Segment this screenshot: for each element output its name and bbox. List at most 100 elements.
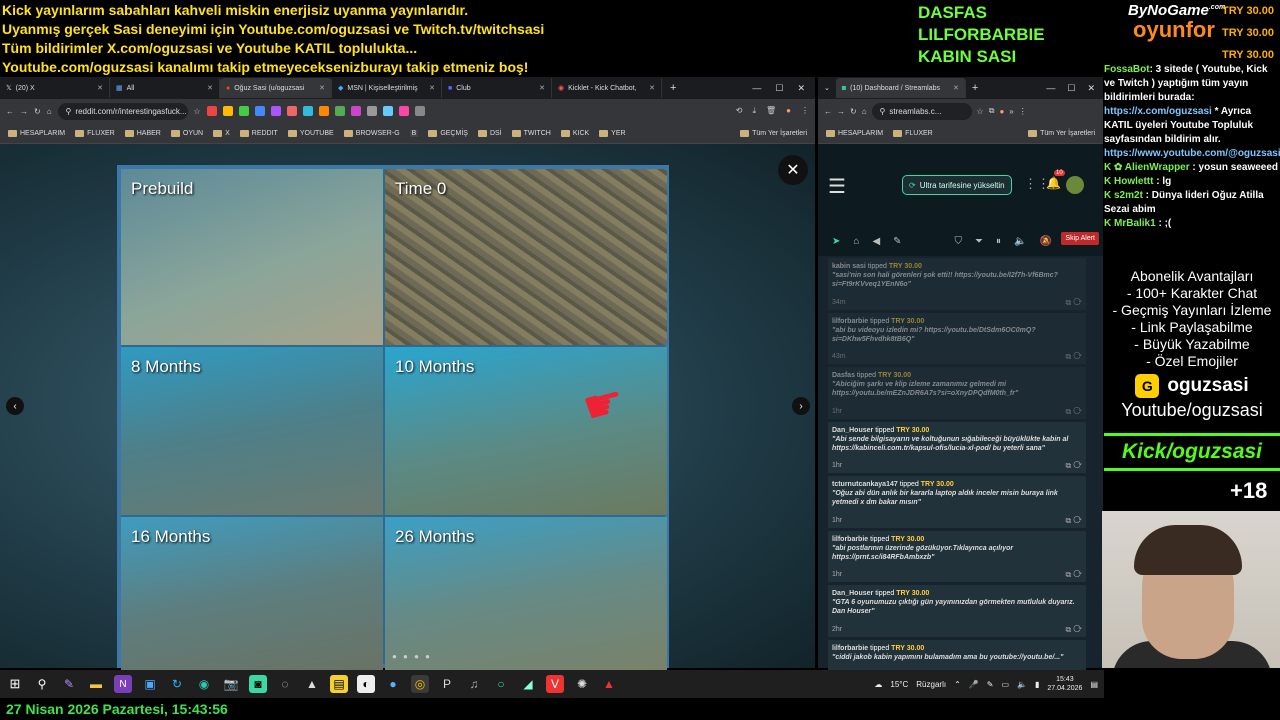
bell-icon[interactable]: 🔔 bbox=[1046, 176, 1061, 190]
tab-club[interactable]: ■ Club ✕ bbox=[442, 78, 552, 98]
remote-desktop-icon[interactable]: ▣ bbox=[141, 675, 159, 693]
skip-alert-button[interactable]: Skip Alert bbox=[1061, 232, 1099, 245]
address-bar[interactable]: ⚲ streamlabs.c... bbox=[871, 102, 972, 120]
onenote-icon[interactable]: N bbox=[114, 675, 132, 693]
tab-list-icon[interactable]: ⌄ bbox=[818, 84, 836, 92]
app-icon[interactable]: ▲ bbox=[600, 675, 618, 693]
extension-icon[interactable] bbox=[366, 106, 377, 116]
bookmark-item[interactable]: GEÇMİŞ bbox=[428, 129, 468, 137]
all-bookmarks[interactable]: Tüm Yer İşaretleri bbox=[740, 129, 807, 137]
history-icon[interactable]: ⟲ bbox=[736, 106, 743, 116]
back-icon[interactable]: ← bbox=[824, 107, 832, 116]
replay-icon[interactable]: ⟳ bbox=[1073, 407, 1082, 416]
bookmark-item[interactable]: FLUXER bbox=[75, 129, 115, 137]
gift-icon[interactable]: ⌂ bbox=[853, 236, 859, 247]
bookmark-item[interactable]: DSİ bbox=[477, 129, 502, 137]
extension-icon[interactable] bbox=[334, 106, 345, 116]
extension-icon[interactable] bbox=[222, 106, 233, 116]
home-icon[interactable]: ⌂ bbox=[862, 107, 867, 116]
bookmark-item[interactable]: OYUN bbox=[170, 129, 203, 137]
file-explorer-icon[interactable]: ▬ bbox=[87, 675, 105, 693]
carousel-dots[interactable]: ● ● ● ● bbox=[392, 652, 432, 661]
site-info-icon[interactable]: ⚲ bbox=[880, 107, 886, 116]
pause-icon[interactable]: ⏸ bbox=[996, 236, 1001, 247]
close-tab-icon[interactable]: ✕ bbox=[649, 84, 655, 92]
new-tab-icon[interactable]: + bbox=[972, 82, 978, 94]
streamlabs-app-icon[interactable]: ◙ bbox=[249, 675, 267, 693]
unity-icon[interactable]: ▲ bbox=[303, 675, 321, 693]
bookmark-item[interactable]: B bbox=[409, 129, 419, 137]
replay-icon[interactable]: ⟳ bbox=[1073, 352, 1082, 361]
hamburger-menu-icon[interactable]: ☰ bbox=[828, 174, 846, 199]
tab-x[interactable]: 𝕏 (20) X ✕ bbox=[0, 78, 110, 98]
new-tab-icon[interactable]: + bbox=[670, 82, 676, 94]
mute-alerts-icon[interactable]: 🔕 bbox=[1039, 236, 1051, 247]
bookmark-item[interactable]: YOUTUBE bbox=[287, 129, 334, 137]
app-icon[interactable]: ● bbox=[384, 675, 402, 693]
shield-icon[interactable]: ⛉ bbox=[955, 236, 963, 247]
extension-icon[interactable] bbox=[302, 106, 313, 116]
pen-app-icon[interactable]: ✎ bbox=[60, 675, 78, 693]
tab-all[interactable]: ▦ All ✕ bbox=[110, 78, 220, 98]
sticky-notes-icon[interactable]: ▤ bbox=[330, 675, 348, 693]
bookmark-item[interactable]: HESAPLARIM bbox=[826, 129, 883, 137]
replay-icon[interactable]: ⟳ bbox=[1073, 625, 1082, 634]
chatgpt-icon[interactable]: ✺ bbox=[573, 675, 591, 693]
replay-icon[interactable]: ⟳ bbox=[1073, 298, 1082, 307]
app-icon[interactable]: ◐ bbox=[357, 675, 375, 693]
camera-icon[interactable]: 📷 bbox=[222, 675, 240, 693]
tab-reddit[interactable]: ● Oğuz Sasi (u/oguzsasi ✕ bbox=[220, 78, 332, 98]
close-window-icon[interactable]: ✕ bbox=[1087, 83, 1095, 94]
extension-icon[interactable] bbox=[238, 106, 249, 116]
copy-icon[interactable]: ⧉ bbox=[1065, 461, 1071, 470]
replay-icon[interactable]: ⟳ bbox=[1073, 516, 1082, 525]
more-icon[interactable]: » bbox=[1009, 107, 1013, 116]
chrome-icon[interactable]: ◎ bbox=[411, 675, 429, 693]
close-window-icon[interactable]: ✕ bbox=[797, 83, 805, 94]
network-icon[interactable]: ▭ bbox=[1001, 680, 1009, 689]
close-tab-icon[interactable]: ✕ bbox=[97, 84, 103, 92]
star-icon[interactable]: ☆ bbox=[977, 107, 984, 116]
minimize-icon[interactable]: — bbox=[1046, 83, 1055, 94]
bookmark-item[interactable]: FLUXER bbox=[893, 129, 933, 137]
previous-image-button[interactable]: ‹ bbox=[6, 397, 24, 415]
profile-avatar-icon[interactable]: ● bbox=[786, 106, 791, 116]
copy-icon[interactable]: ⧉ bbox=[1065, 570, 1071, 579]
replay-icon[interactable]: ⟳ bbox=[1073, 570, 1082, 579]
send-icon[interactable]: ➤ bbox=[832, 236, 840, 247]
bookmark-item[interactable]: REDDIT bbox=[239, 129, 278, 137]
reload-icon[interactable]: ↻ bbox=[34, 107, 41, 116]
copy-icon[interactable]: ⧉ bbox=[1065, 516, 1071, 525]
tray-expand-icon[interactable]: ⌃ bbox=[954, 680, 961, 689]
site-info-icon[interactable]: ⚲ bbox=[66, 107, 72, 116]
extension-icon[interactable] bbox=[350, 106, 361, 116]
extension-icon[interactable] bbox=[286, 106, 297, 116]
volume-icon[interactable]: 🔈 bbox=[1014, 236, 1026, 247]
tab-kicklet[interactable]: ◉ Kicklet - Kick Chatbot, ✕ bbox=[552, 78, 662, 98]
extension-icon[interactable] bbox=[414, 106, 425, 116]
close-tab-icon[interactable]: ✕ bbox=[953, 84, 959, 92]
extension-icon[interactable] bbox=[318, 106, 329, 116]
menu-icon[interactable]: ⋮ bbox=[801, 106, 809, 116]
notifications-icon[interactable]: ▤ bbox=[1090, 680, 1098, 689]
close-tab-icon[interactable]: ✕ bbox=[429, 84, 435, 92]
back-icon[interactable]: ← bbox=[6, 107, 14, 116]
reload-icon[interactable]: ↻ bbox=[850, 107, 857, 116]
weather-icon[interactable]: ☁ bbox=[874, 680, 882, 689]
obs-icon[interactable]: ◌ bbox=[276, 675, 294, 693]
close-viewer-button[interactable]: ✕ bbox=[778, 155, 808, 185]
star-icon[interactable]: ☆ bbox=[194, 107, 201, 116]
next-image-button[interactable]: › bbox=[792, 397, 810, 415]
close-tab-icon[interactable]: ✕ bbox=[207, 84, 213, 92]
upgrade-button[interactable]: ⟳ Ultra tarifesine yükseltin bbox=[902, 175, 1012, 195]
search-icon[interactable]: ⚲ bbox=[33, 675, 51, 693]
speaker-icon[interactable]: 🔈 bbox=[1017, 680, 1027, 689]
address-bar[interactable]: ⚲ reddit.com/r/interestingasfuck... bbox=[57, 102, 188, 120]
copy-icon[interactable]: ⧉ bbox=[1065, 625, 1071, 634]
copy-icon[interactable]: ⧉ bbox=[1065, 352, 1071, 361]
sync-app-icon[interactable]: ↻ bbox=[168, 675, 186, 693]
maximize-icon[interactable]: ☐ bbox=[1067, 83, 1075, 94]
replay-icon[interactable]: ⟳ bbox=[1073, 461, 1082, 470]
bookmark-item[interactable]: HESAPLARIM bbox=[8, 129, 65, 137]
extension-icon[interactable] bbox=[254, 106, 265, 116]
